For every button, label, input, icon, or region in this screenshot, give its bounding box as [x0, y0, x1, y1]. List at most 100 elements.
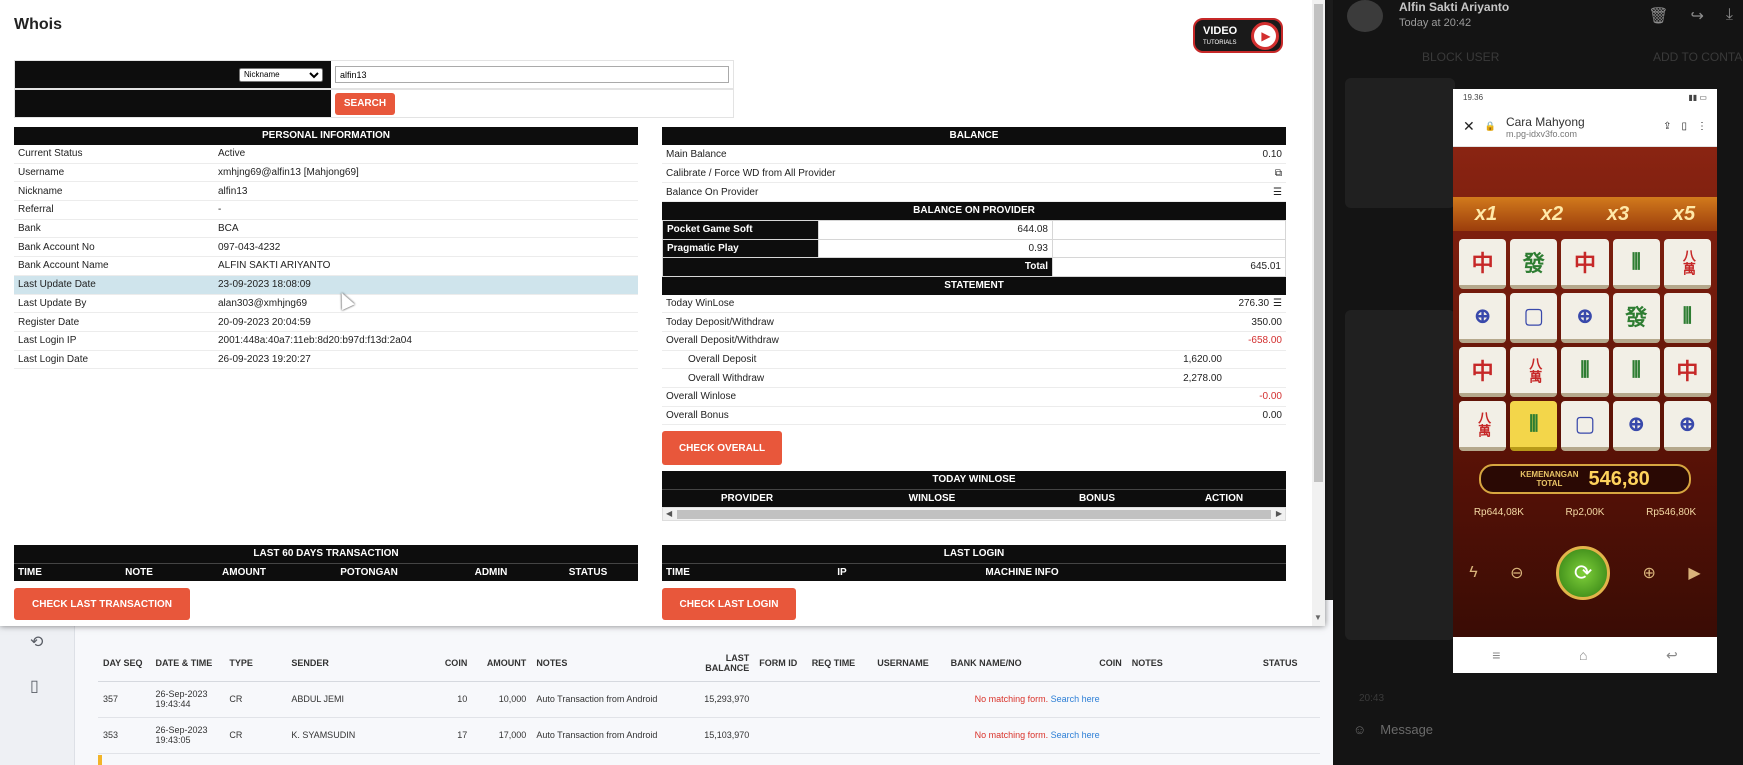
search-type-select[interactable]: Nickname [239, 67, 323, 82]
column-header[interactable]: TYPE [224, 645, 287, 682]
lock-icon: 🔒 [1484, 121, 1496, 131]
column-header[interactable]: REQ TIME [806, 645, 873, 682]
turbo-icon: ϟ [1469, 564, 1478, 581]
info-row: Username xmhjng69@alfin13 [Mahjong69] [14, 164, 638, 183]
search-input[interactable] [335, 66, 729, 83]
info-label: Username [18, 167, 65, 179]
column-header[interactable]: SENDER [286, 645, 428, 682]
table-row[interactable]: 353 26-Sep-2023 19:43:05 CR K. SYAMSUDIN 17 1… [98, 717, 1320, 754]
list-icon[interactable]: ☰ [1273, 187, 1282, 198]
check-last-login-button[interactable]: CHECK LAST LOGIN [662, 588, 796, 620]
mahjong-tile: ⊕ [1561, 293, 1609, 343]
last-60-header: TIME NOTE AMOUNT POTONGAN ADMIN STATUS [14, 563, 638, 581]
personal-information: PERSONAL INFORMATION Current Status Activ… [14, 127, 638, 370]
scroll-left-icon[interactable]: ◀ [666, 509, 672, 518]
history-icon[interactable]: ⟲ [30, 632, 43, 652]
info-value: 20-09-2023 20:04:59 [218, 316, 311, 328]
close-icon: ✕ [1463, 118, 1475, 134]
row-marker [98, 755, 102, 765]
spin-icon: ⟳ [1556, 546, 1611, 600]
info-value: xmhjng69@alfin13 [Mahjong69] [218, 167, 359, 179]
search-here-link[interactable]: Search here [1051, 730, 1100, 740]
column-header[interactable]: COIN [1079, 645, 1127, 682]
avatar[interactable] [1347, 0, 1383, 32]
section-heading: PERSONAL INFORMATION [14, 127, 638, 145]
phone-status-bar: 19.36 ▮▮ ▭ [1453, 89, 1717, 107]
info-value: 23-09-2023 18:08:09 [218, 279, 311, 291]
provider-table: Pocket Game Soft 644.08 Pragmatic Play 0… [662, 220, 1286, 277]
tile-grid: 中發中 ⦀ 八萬 ⊕ ▢ ⊕ 發 ⦀ 中八萬 ⦀ ⦀ 中八萬 ⦀ ▢ ⊕ ⊕ [1459, 239, 1711, 451]
download-icon[interactable]: ⤓ [1726, 6, 1733, 26]
modal-scrollbar[interactable]: ▼ [1312, 0, 1325, 626]
share-icon[interactable]: ↪ [1691, 6, 1704, 26]
scroll-right-icon[interactable]: ▶ [1276, 509, 1282, 518]
share-icon: ⇪ [1663, 121, 1672, 132]
main-balance-value: 0.10 [1262, 148, 1282, 160]
emoji-icon[interactable]: ☺ [1353, 722, 1366, 737]
balance-value: Rp644,08K [1473, 507, 1524, 518]
mahjong-tile: ⦀ [1663, 293, 1711, 343]
column-header[interactable]: NOTES [531, 645, 681, 682]
external-link-icon[interactable]: ⧉ [1275, 168, 1282, 179]
column-header[interactable]: AMOUNT [472, 645, 532, 682]
info-label: Referral [18, 204, 54, 216]
browser-url-bar: ✕ 🔒 Cara Mahyong m.pg-idxv3fo.com ⇪ ▯ ⋮ [1453, 107, 1717, 147]
message-input[interactable]: ☺ Message [1353, 722, 1433, 737]
section-heading: BALANCE ON PROVIDER [662, 202, 1286, 220]
column-header[interactable]: LAST BALANCE [680, 645, 755, 682]
info-row: Nickname alfin13 [14, 182, 638, 202]
minus-icon: ⊖ [1510, 565, 1524, 582]
total-row: Total 645.01 [662, 257, 1286, 277]
column-header[interactable]: BANK NAME/NO [945, 645, 1080, 682]
delete-icon[interactable]: 🗑 [1648, 6, 1668, 26]
multiplier: x3 [1606, 202, 1630, 225]
check-overall-button[interactable]: CHECK OVERALL [662, 431, 782, 466]
info-label: Nickname [18, 185, 63, 197]
auto-icon: ▶ [1688, 565, 1701, 582]
column-header[interactable]: NOTES [1126, 645, 1258, 682]
column-header[interactable]: DAY SEQ [98, 645, 151, 682]
scroll-down-icon[interactable]: ▼ [1314, 613, 1322, 622]
info-value: 26-09-2023 19:20:27 [218, 353, 311, 365]
block-user-ghost: BLOCK USER [1422, 50, 1500, 64]
whois-modal: Whois VIDEO TUTORIALS ▶ ▼ Nickname SEARC… [0, 0, 1325, 626]
table-row[interactable]: 357 26-Sep-2023 19:43:44 CR ABDUL JEMI 10 10,… [98, 681, 1320, 718]
search-here-link[interactable]: Search here [1051, 694, 1100, 704]
last-login-section: LAST LOGIN TIME IP MACHINE INFO CHECK LA… [662, 545, 1286, 620]
info-label: Register Date [18, 316, 80, 328]
no-match-cell: No matching form. Search here [754, 717, 1320, 754]
mahjong-tile: 八萬 [1510, 347, 1558, 397]
book-icon[interactable]: ▯ [30, 676, 39, 696]
plus-icon: ⊕ [1642, 565, 1656, 582]
table-row: Pragmatic Play 0.93 [662, 238, 1286, 258]
info-row: Referral - [14, 201, 638, 220]
search-button[interactable]: SEARCH [335, 92, 395, 115]
check-last-transaction-button[interactable]: CHECK LAST TRANSACTION [14, 588, 190, 620]
scrollbar-thumb[interactable] [677, 510, 1271, 520]
balance-section: BALANCE Main Balance 0.10 Calibrate / For… [662, 127, 1286, 522]
column-header[interactable]: DATE & TIME [150, 645, 225, 682]
info-value: Active [218, 148, 246, 160]
info-value: BCA [218, 223, 239, 235]
horizontal-scrollbar[interactable]: ◀ ▶ [662, 507, 1286, 522]
mahjong-tile: ⦀ [1510, 401, 1558, 451]
phone-nav-bar: ≡ ⌂ ↩ [1453, 637, 1717, 673]
column-header[interactable]: COIN [427, 645, 473, 682]
mahjong-tile: 發 [1510, 239, 1558, 289]
info-value: 097-043-4232 [218, 241, 281, 253]
mahjong-tile: 八萬 [1663, 239, 1711, 289]
info-row: Current Status Active [14, 145, 638, 164]
column-header[interactable]: USERNAME [872, 645, 946, 682]
video-tutorials-button[interactable]: VIDEO TUTORIALS ▶ [1193, 18, 1283, 53]
ghost-time: 20:43 [1359, 693, 1385, 704]
sender-name: Alfin Sakti Ariyanto [1399, 0, 1510, 14]
list-icon[interactable]: ☰ [1273, 298, 1282, 309]
info-row: Last Update Date 23-09-2023 18:08:09 [14, 275, 638, 295]
scrollbar-thumb[interactable] [1314, 4, 1323, 482]
column-header[interactable]: FORM ID [754, 645, 807, 682]
info-value: - [218, 204, 222, 216]
main-balance-label: Main Balance [666, 148, 727, 160]
multiplier: x1 [1474, 202, 1498, 225]
column-header[interactable]: STATUS [1257, 645, 1320, 682]
battery-icon: ▮▮ ▭ [1688, 93, 1707, 102]
